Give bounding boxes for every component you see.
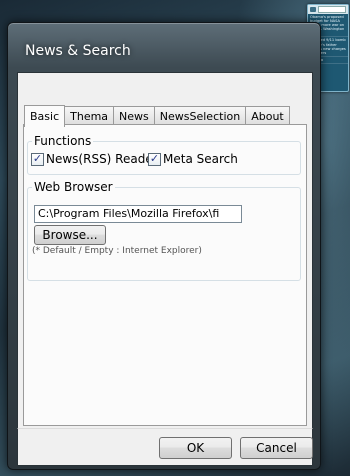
meta-search-label: Meta Search xyxy=(163,152,238,166)
tab-strip: Basic Thema News NewsSelection About xyxy=(24,103,290,127)
news-reader-checkbox[interactable]: ✓ News(RSS) Reader xyxy=(31,152,158,166)
functions-group: Functions ✓ News(RSS) Reader ✓ Meta Sear… xyxy=(27,134,301,175)
tab-newsselection[interactable]: NewsSelection xyxy=(153,106,247,126)
settings-dialog: News & Search Basic Thema News NewsSelec… xyxy=(7,22,321,470)
dialog-client-area: Basic Thema News NewsSelection About Fun… xyxy=(17,72,313,436)
gadget-search-input[interactable] xyxy=(318,6,346,13)
checkmark-icon[interactable]: ✓ xyxy=(148,152,161,166)
dialog-button-bar: OK Cancel xyxy=(17,428,313,466)
functions-group-label: Functions xyxy=(32,134,94,148)
tab-thema[interactable]: Thema xyxy=(64,106,115,126)
meta-search-checkbox[interactable]: ✓ Meta Search xyxy=(148,152,238,166)
dialog-title: News & Search xyxy=(25,43,131,59)
gadget-toolbar xyxy=(308,5,348,14)
gadget-menu-icon[interactable] xyxy=(310,7,316,12)
cancel-button[interactable]: Cancel xyxy=(240,437,313,459)
news-reader-label: News(RSS) Reader xyxy=(46,152,158,166)
tab-about[interactable]: About xyxy=(245,106,290,126)
browser-path-input[interactable]: C:\Program Files\Mozilla Firefox\fi xyxy=(34,205,242,223)
tab-panel-basic: Functions ✓ News(RSS) Reader ✓ Meta Sear… xyxy=(23,124,307,426)
default-browser-hint: (* Default / Empty : Internet Explorer) xyxy=(32,246,202,256)
web-browser-group-label: Web Browser xyxy=(32,180,115,194)
tab-news[interactable]: News xyxy=(113,106,155,126)
checkmark-icon[interactable]: ✓ xyxy=(31,152,44,166)
ok-button[interactable]: OK xyxy=(159,437,232,459)
web-browser-group: Web Browser C:\Program Files\Mozilla Fir… xyxy=(27,180,301,281)
browse-button[interactable]: Browse... xyxy=(34,225,106,245)
tab-basic[interactable]: Basic xyxy=(24,105,66,127)
